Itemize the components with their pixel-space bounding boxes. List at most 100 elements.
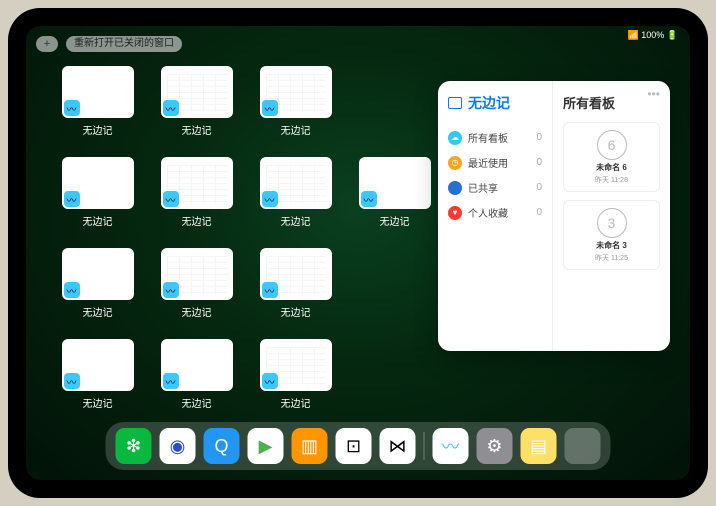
window-label: 无边记 <box>83 395 113 410</box>
freeform-app-icon: 〰 <box>262 373 278 389</box>
freeform-app-icon: 〰 <box>64 191 80 207</box>
window-item[interactable]: 〰无边记 <box>254 157 337 228</box>
nav-label: 个人收藏 <box>468 205 508 220</box>
board-date: 昨天 11:25 <box>595 253 628 263</box>
window-item[interactable]: 〰无边记 <box>254 339 337 410</box>
window-item[interactable]: 〰无边记 <box>353 157 436 228</box>
window-thumbnail[interactable]: 〰 <box>260 248 332 300</box>
window-thumbnail[interactable]: 〰 <box>161 157 233 209</box>
nav-icon: ♥ <box>448 206 462 220</box>
window-label: 无边记 <box>83 304 113 319</box>
window-label: 无边记 <box>182 122 212 137</box>
status-bar: 📶 100% 🔋 <box>628 30 678 41</box>
board-name: 未命名 3 <box>596 240 627 251</box>
window-thumbnail[interactable]: 〰 <box>359 157 431 209</box>
board-sketch: 3 <box>597 208 627 238</box>
freeform-app-icon: 〰 <box>163 191 179 207</box>
window-item[interactable]: 〰无边记 <box>254 248 337 319</box>
window-item[interactable]: 〰无边记 <box>56 157 139 228</box>
window-item[interactable]: 〰无边记 <box>254 66 337 137</box>
dock-app-connect[interactable]: ⋈ <box>380 428 416 464</box>
window-label: 无边记 <box>182 213 212 228</box>
window-label: 无边记 <box>182 304 212 319</box>
freeform-app-icon: 〰 <box>64 282 80 298</box>
window-label: 无边记 <box>182 395 212 410</box>
window-item[interactable]: 〰无边记 <box>56 248 139 319</box>
dock-app-books[interactable]: ▥ <box>292 428 328 464</box>
panel-sidebar: 无边记 ☁所有看板0 ◷ 最近使用 0 👤 已共享 0 ♥ 个人收藏 0 <box>438 81 553 351</box>
window-thumbnail[interactable]: 〰 <box>260 66 332 118</box>
nav-count: 0 <box>536 182 542 193</box>
window-item[interactable]: 〰无边记 <box>155 66 238 137</box>
dock-app-notes[interactable]: ▤ <box>521 428 557 464</box>
nav-count: 0 <box>536 157 542 168</box>
window-label: 无边记 <box>281 395 311 410</box>
ipad-frame: 📶 100% 🔋 + 重新打开已关闭的窗口 〰无边记〰无边记〰无边记〰无边记〰无… <box>8 8 708 498</box>
nav-label: 已共享 <box>468 180 498 195</box>
window-thumbnail[interactable]: 〰 <box>62 66 134 118</box>
dock-app-play[interactable]: ▶ <box>248 428 284 464</box>
window-thumbnail[interactable]: 〰 <box>161 248 233 300</box>
sidebar-item[interactable]: 👤 已共享 0 <box>448 175 542 200</box>
window-item[interactable]: 〰无边记 <box>155 157 238 228</box>
dock-app-settings[interactable]: ⚙ <box>477 428 513 464</box>
dock-app-dice[interactable]: ⊡ <box>336 428 372 464</box>
freeform-app-icon: 〰 <box>262 100 278 116</box>
window-thumbnail[interactable]: 〰 <box>161 339 233 391</box>
panel-title: 无边记 <box>448 93 542 113</box>
nav-count: 0 <box>536 132 542 143</box>
dock-app-qqbrowser[interactable]: Q <box>204 428 240 464</box>
panel-content: 所有看板 6 未命名 6 昨天 11:28 3 未命名 3 昨天 11:25 <box>553 81 670 351</box>
window-item[interactable]: 〰无边记 <box>56 66 139 137</box>
sidebar-item[interactable]: ◷ 最近使用 0 <box>448 150 542 175</box>
window-label: 无边记 <box>83 122 113 137</box>
freeform-app-icon: 〰 <box>361 191 377 207</box>
freeform-app-icon: 〰 <box>163 282 179 298</box>
windows-grid: 〰无边记〰无边记〰无边记〰无边记〰无边记〰无边记〰无边记〰无边记〰无边记〰无边记… <box>56 66 436 410</box>
sidebar-item[interactable]: ☁所有看板0 <box>448 125 542 150</box>
freeform-app-icon: 〰 <box>163 100 179 116</box>
window-item[interactable]: 〰无边记 <box>155 248 238 319</box>
board-card[interactable]: 3 未命名 3 昨天 11:25 <box>563 200 660 270</box>
freeform-app-icon: 〰 <box>262 191 278 207</box>
window-label: 无边记 <box>281 122 311 137</box>
window-label: 无边记 <box>83 213 113 228</box>
board-sketch: 6 <box>597 130 627 160</box>
window-label: 无边记 <box>281 304 311 319</box>
window-thumbnail[interactable]: 〰 <box>260 157 332 209</box>
window-thumbnail[interactable]: 〰 <box>161 66 233 118</box>
nav-icon: ◷ <box>448 156 462 170</box>
screen: 📶 100% 🔋 + 重新打开已关闭的窗口 〰无边记〰无边记〰无边记〰无边记〰无… <box>26 26 690 480</box>
window-thumbnail[interactable]: 〰 <box>62 248 134 300</box>
window-item[interactable]: 〰无边记 <box>56 339 139 410</box>
freeform-app-icon: 〰 <box>64 100 80 116</box>
sidebar-item[interactable]: ♥ 个人收藏 0 <box>448 200 542 225</box>
more-icon[interactable]: ••• <box>647 87 660 101</box>
board-date: 昨天 11:28 <box>595 175 628 185</box>
dock-app-freeform[interactable]: 〰 <box>433 428 469 464</box>
nav-count: 0 <box>536 207 542 218</box>
dock-recent-apps[interactable] <box>565 428 601 464</box>
board-card[interactable]: 6 未命名 6 昨天 11:28 <box>563 122 660 192</box>
window-item[interactable]: 〰无边记 <box>155 339 238 410</box>
panel-right-title: 所有看板 <box>563 93 660 112</box>
freeform-app-icon: 〰 <box>163 373 179 389</box>
add-button[interactable]: + <box>36 36 58 52</box>
board-name: 未命名 6 <box>596 162 627 173</box>
freeform-icon <box>448 97 462 109</box>
dock: ❇◉Q▶▥⊡⋈ 〰⚙▤ <box>106 422 611 470</box>
window-thumbnail[interactable]: 〰 <box>62 339 134 391</box>
reopen-closed-window-pill[interactable]: 重新打开已关闭的窗口 <box>66 36 182 52</box>
window-thumbnail[interactable]: 〰 <box>260 339 332 391</box>
panel-title-label: 无边记 <box>468 93 510 113</box>
nav-icon: 👤 <box>448 181 462 195</box>
dock-app-quark[interactable]: ◉ <box>160 428 196 464</box>
window-label: 无边记 <box>380 213 410 228</box>
nav-icon: ☁ <box>448 131 462 145</box>
freeform-panel: ••• 无边记 ☁所有看板0 ◷ 最近使用 0 👤 已共享 0 ♥ 个人收藏 0 所有看板 6 未命… <box>438 81 670 351</box>
window-thumbnail[interactable]: 〰 <box>62 157 134 209</box>
window-label: 无边记 <box>281 213 311 228</box>
nav-label: 最近使用 <box>468 155 508 170</box>
freeform-app-icon: 〰 <box>64 373 80 389</box>
dock-app-wechat[interactable]: ❇ <box>116 428 152 464</box>
